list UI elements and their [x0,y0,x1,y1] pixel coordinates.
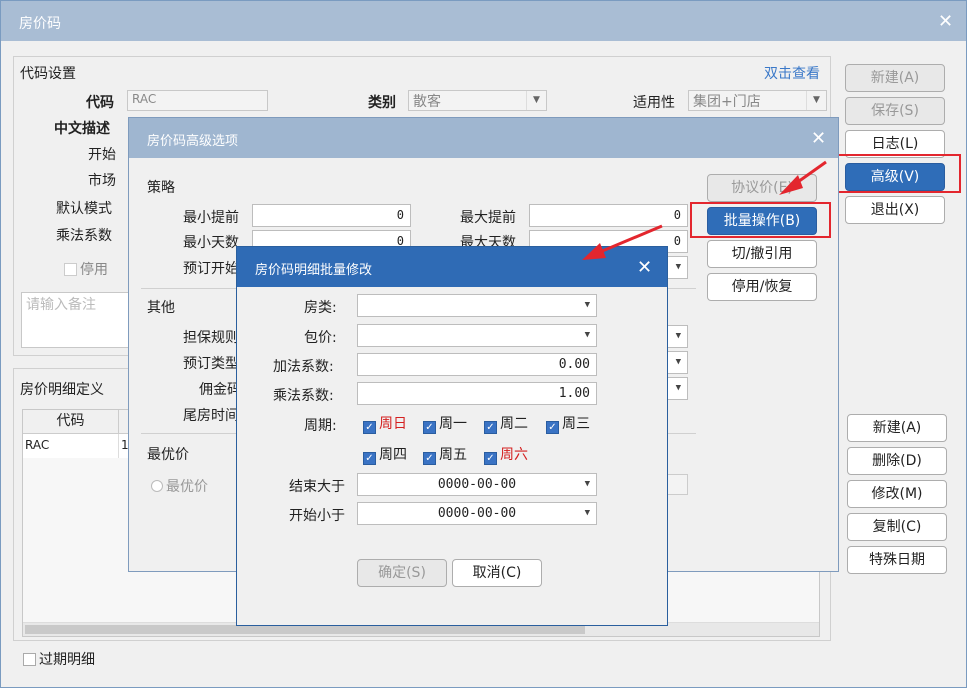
annotation-arrows [582,160,827,260]
arrow-to-advanced [779,160,827,195]
arrow-to-batch [582,224,663,260]
